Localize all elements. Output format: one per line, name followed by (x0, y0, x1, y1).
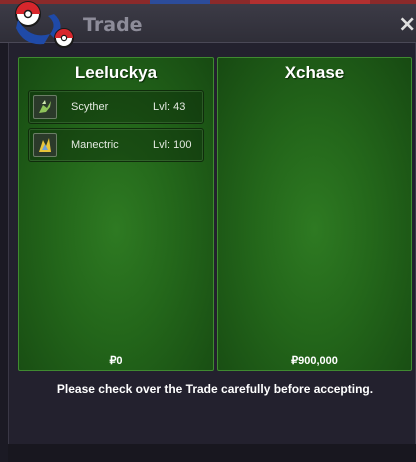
scyther-icon (33, 95, 57, 119)
pokemon-slot-scyther[interactable]: Scyther Lvl: 43 (28, 90, 204, 124)
pokeball-logo-icon (15, 1, 74, 48)
pokemon-name: Scyther (71, 101, 109, 113)
manectric-icon (33, 133, 57, 157)
pokemon-level: Lvl: 43 (153, 101, 186, 113)
my-money-offer: ₽0 (109, 355, 123, 367)
my-offer-panel: Leeluckya Scyther Lvl: 43 Manectric Lvl:… (18, 57, 214, 371)
my-trainer-name: Leeluckya (74, 63, 158, 82)
close-button[interactable]: × (398, 12, 416, 38)
partner-trainer-name: Xchase (284, 63, 345, 82)
partner-offer-panel: Xchase ₽900,000 (217, 57, 412, 371)
window-title: Trade (83, 14, 143, 36)
pokemon-slot-manectric[interactable]: Manectric Lvl: 100 (28, 128, 204, 162)
trade-notice: Please check over the Trade carefully be… (56, 382, 374, 396)
pokemon-name: Manectric (71, 139, 119, 151)
window-bottom-area (8, 444, 416, 462)
partner-money-offer: ₽900,000 (291, 355, 338, 367)
pokemon-level: Lvl: 100 (153, 139, 192, 151)
